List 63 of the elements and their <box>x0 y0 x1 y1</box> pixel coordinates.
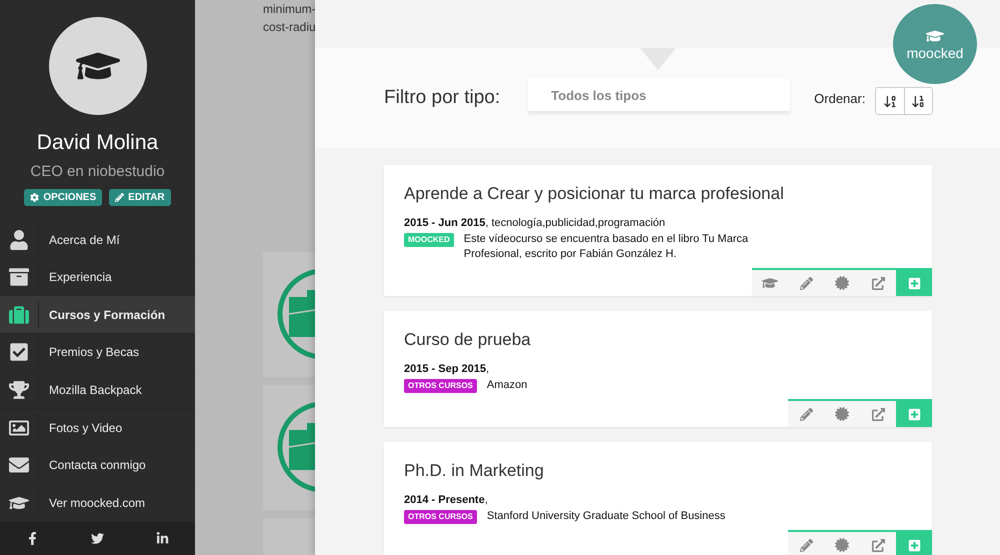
course-meta: 2014 - Presente, <box>404 494 489 506</box>
profile-name: David Molina <box>36 131 158 155</box>
user-icon <box>9 230 29 250</box>
plus-icon <box>908 276 920 290</box>
facebook-icon[interactable] <box>26 532 39 545</box>
badge-icon <box>835 407 849 421</box>
image-icon <box>9 418 29 438</box>
course-meta: 2015 - Jun 2015, tecnología,publicidad,programación <box>404 217 666 229</box>
course-title: Curso de prueba <box>404 330 532 350</box>
edit-button[interactable]: EDITAR <box>109 189 171 206</box>
linkedin-icon[interactable] <box>156 532 169 545</box>
course-description: Stanford University Graduate School of Business <box>486 509 726 524</box>
profile-role: CEO en niobestudio <box>30 163 165 180</box>
course-title: Ph.D. in Marketing <box>404 461 545 481</box>
external-link-icon <box>872 538 884 552</box>
sidebar-item[interactable]: Cursos y Formación <box>0 296 195 334</box>
sidebar-item[interactable]: Mozilla Backpack <box>0 372 195 410</box>
pencil-icon <box>800 276 812 290</box>
checkbox-icon <box>9 342 29 362</box>
external-link-button[interactable] <box>860 270 896 296</box>
type-tag: OTROS CURSOS <box>404 379 477 393</box>
gear-icon <box>30 193 40 202</box>
twitter-icon[interactable] <box>91 532 104 545</box>
plus-icon <box>908 538 920 552</box>
type-select[interactable]: Todos los tipos <box>528 79 790 111</box>
sidebar-item[interactable]: Acerca de Mí <box>0 221 195 259</box>
briefcase-icon <box>9 304 29 325</box>
sort-label: Ordenar: <box>814 90 866 106</box>
envelope-icon <box>9 455 29 476</box>
course-meta: 2015 - Sep 2015, <box>404 363 490 375</box>
pencil-icon <box>800 538 812 552</box>
type-tag: OTROS CURSOS <box>404 510 477 524</box>
pencil-icon <box>800 408 812 420</box>
background-text: minimum- cost-radiu <box>263 1 315 36</box>
sort-ascending-icon <box>882 94 898 108</box>
type-tag: MOOCKED <box>404 233 454 247</box>
edit-button[interactable] <box>788 532 824 555</box>
archive-box-icon <box>9 267 29 288</box>
course-description: Amazon <box>486 378 528 393</box>
add-button[interactable] <box>896 532 932 555</box>
sort-descending-icon <box>911 94 926 108</box>
logo-text: moocked <box>906 45 964 61</box>
add-button[interactable] <box>896 270 932 296</box>
edit-button[interactable] <box>788 401 824 427</box>
pencil-icon <box>115 193 124 202</box>
graduation-cap-icon <box>762 275 778 291</box>
add-button[interactable] <box>896 401 932 427</box>
external-link-icon <box>872 408 884 420</box>
sidebar-item[interactable]: Contacta conmigo <box>0 446 195 484</box>
filter-label: Filtro por tipo: <box>384 87 500 109</box>
course-button[interactable] <box>752 270 788 296</box>
badge-icon <box>835 276 849 290</box>
course-title: Aprende a Crear y posicionar tu marca profesional <box>404 184 785 204</box>
course-description: Este vídeocurso se encuentra basado en el libro Tu Marca Profesional, escrito por Fabián González H. <box>464 232 750 262</box>
sidebar-item[interactable]: Premios y Becas <box>0 334 195 372</box>
sidebar-item[interactable]: Fotos y Video <box>0 409 195 447</box>
external-link-button[interactable] <box>860 401 896 427</box>
plus-icon <box>908 408 920 420</box>
external-link-icon <box>872 276 884 290</box>
badge-icon <box>835 538 849 552</box>
external-link-button[interactable] <box>860 532 896 555</box>
trophy-icon <box>9 380 29 400</box>
options-button[interactable]: OPCIONES <box>24 189 102 206</box>
